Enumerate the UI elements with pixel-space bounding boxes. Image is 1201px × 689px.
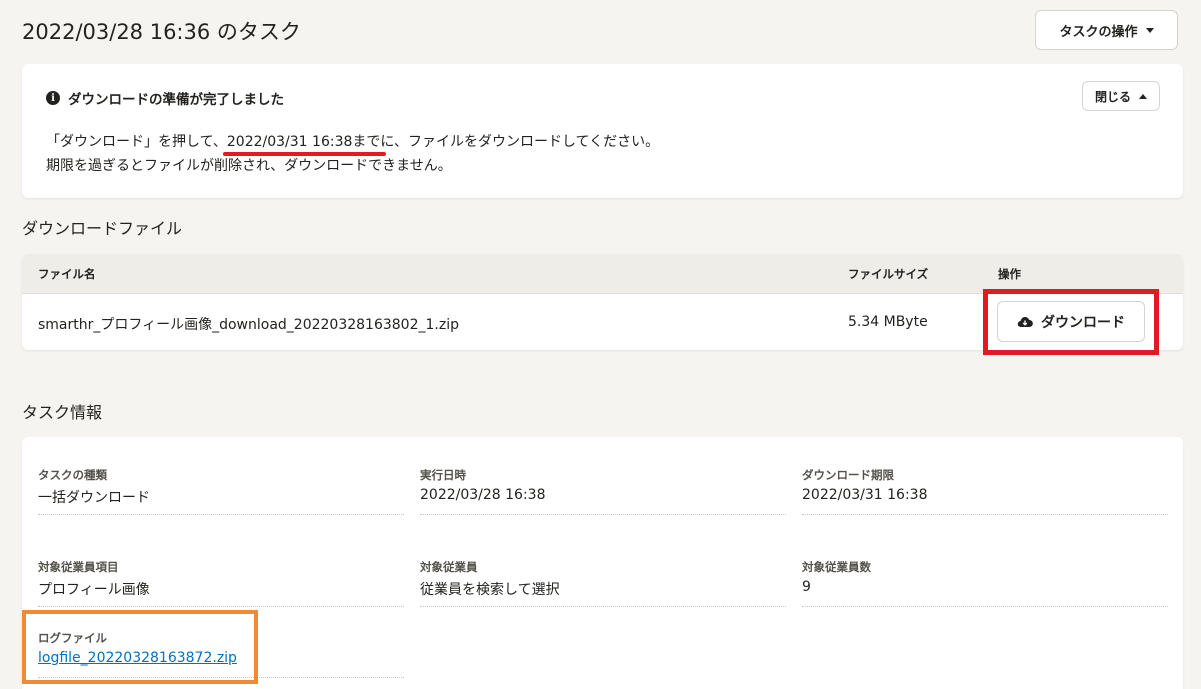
- field-value: 2022/03/31 16:38: [802, 487, 928, 503]
- field-target-employee-count: 対象従業員数 9: [802, 559, 1168, 607]
- field-label: 対象従業員項目: [38, 560, 119, 574]
- download-ready-notice: i ダウンロードの準備が完了しました 閉じる 「ダウンロード」を押して、2022…: [22, 64, 1183, 198]
- notice-message-line2: 期限を過ぎるとファイルが削除され、ダウンロードできません。: [46, 158, 452, 174]
- notice-title: i ダウンロードの準備が完了しました: [46, 88, 284, 108]
- field-download-deadline: ダウンロード期限 2022/03/31 16:38: [802, 467, 1168, 515]
- info-icon: i: [46, 91, 60, 105]
- task-actions-button[interactable]: タスクの操作: [1035, 10, 1178, 50]
- field-target-employees: 対象従業員 従業員を検索して選択: [420, 559, 786, 607]
- notice-deadline: 2022/03/31 16:38まで: [222, 134, 387, 156]
- field-value: 従業員を検索して選択: [420, 582, 560, 598]
- field-value: 2022/03/28 16:38: [420, 487, 546, 503]
- task-actions-label: タスクの操作: [1059, 24, 1138, 40]
- column-header-filesize: ファイルサイズ: [848, 267, 929, 281]
- field-label: ダウンロード期限: [802, 468, 894, 482]
- table-header: ファイル名 ファイルサイズ 操作: [22, 254, 1183, 294]
- close-notice-button[interactable]: 閉じる: [1082, 81, 1160, 111]
- field-value: 一括ダウンロード: [38, 490, 150, 506]
- field-value: 9: [802, 579, 811, 595]
- field-target-employee-items: 対象従業員項目 プロフィール画像: [38, 559, 404, 607]
- field-task-type: タスクの種類 一括ダウンロード: [38, 467, 404, 515]
- red-highlight-box: [983, 289, 1159, 355]
- notice-line1-suffix: に、ファイルをダウンロードしてください。: [380, 134, 660, 150]
- chevron-down-icon: [1145, 27, 1154, 33]
- chevron-up-icon: [1139, 93, 1147, 99]
- column-header-filename: ファイル名: [38, 267, 96, 281]
- close-label: 閉じる: [1094, 89, 1131, 104]
- notice-message-line1: 「ダウンロード」を押して、2022/03/31 16:38まで に、ファイルをダウ…: [46, 131, 660, 156]
- file-size: 5.34 MByte: [848, 314, 928, 330]
- file-name: smarthr_プロフィール画像_download_20220328163802…: [38, 317, 459, 333]
- field-executed-at: 実行日時 2022/03/28 16:38: [420, 467, 786, 515]
- notice-deadline-text: 2022/03/31 16:38まで: [226, 134, 381, 150]
- field-label: 実行日時: [420, 468, 466, 482]
- field-value: プロフィール画像: [38, 582, 150, 598]
- page-title: 2022/03/28 16:36 のタスク: [22, 20, 301, 44]
- field-label: 対象従業員: [420, 560, 478, 574]
- column-header-action: 操作: [998, 267, 1021, 281]
- notice-line1-prefix: 「ダウンロード」を押して、: [46, 134, 227, 150]
- orange-highlight-box: [22, 610, 258, 684]
- notice-title-text: ダウンロードの準備が完了しました: [68, 92, 284, 108]
- download-files-heading: ダウンロードファイル: [22, 219, 183, 238]
- field-label: タスクの種類: [38, 468, 107, 482]
- task-info-heading: タスク情報: [22, 403, 103, 422]
- field-label: 対象従業員数: [802, 560, 871, 574]
